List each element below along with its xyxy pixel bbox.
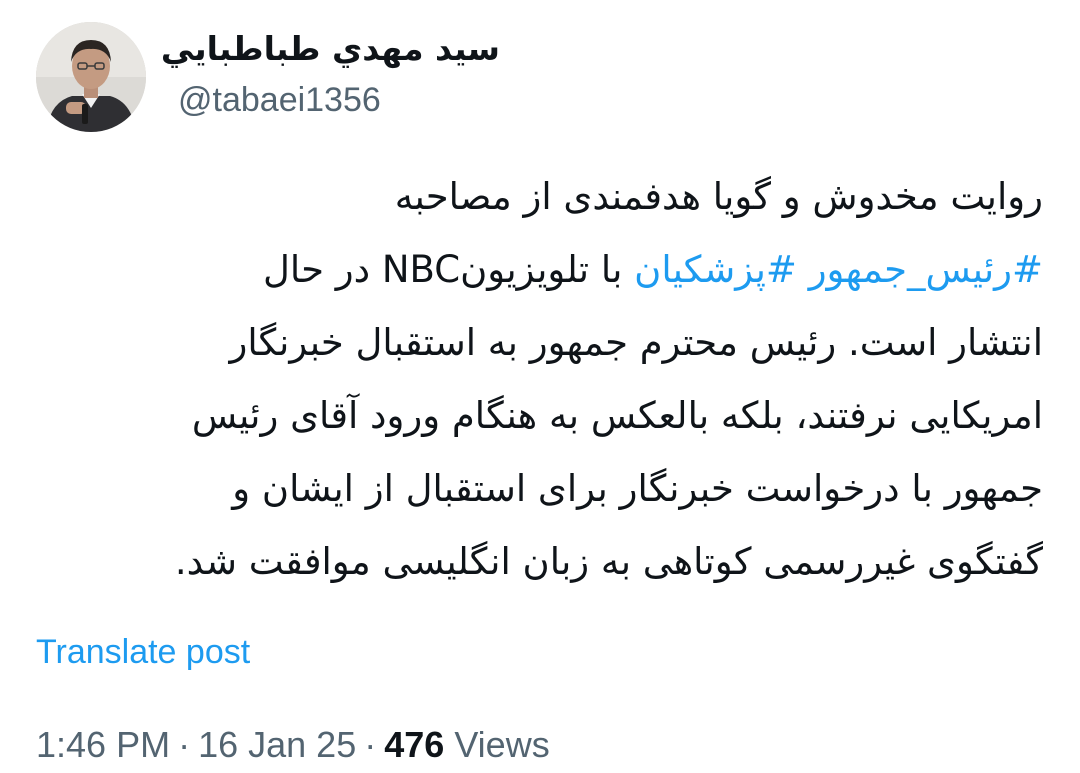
avatar[interactable] [36, 22, 146, 132]
tweet-header: سيد مهدي طباطبايي @tabaei1356 [0, 0, 1080, 150]
tweet-text-segment [797, 248, 809, 291]
tweet-text-segment: امریکایی نرفتند، بلکه بالعکس به هنگام ور… [191, 394, 1043, 437]
tweet-text-segment: گفتگوی غیررسمی کوتاهی به زبان انگلیسی مو… [174, 540, 1043, 583]
author-handle[interactable]: @tabaei1356 [178, 78, 538, 122]
tweet-text: روایت مخدوش و گویا هدفمندی از مصاحبه #رئی… [40, 160, 1043, 598]
tweet-date[interactable]: 16 Jan 25 [198, 724, 356, 765]
author-names: سيد مهدي طباطبايي @tabaei1356 [161, 26, 538, 122]
profile-photo-icon [36, 22, 146, 132]
meta-separator: · [178, 724, 191, 765]
hashtag-link[interactable]: #پزشکیان [634, 248, 797, 291]
author-display-name[interactable]: سيد مهدي طباطبايي [161, 26, 500, 72]
tweet-text-segment: جمهور با درخواست خبرنگار برای استقبال از… [232, 467, 1043, 510]
tweet-line: امریکایی نرفتند، بلکه بالعکس به هنگام ور… [40, 379, 1043, 452]
tweet-text-segment: روایت مخدوش و گویا هدفمندی از مصاحبه [394, 175, 1043, 218]
views-label: Views [454, 724, 550, 765]
meta-separator: · [364, 724, 377, 765]
tweet-line: #رئیس_جمهور #پزشکیان با تلویزیونNBC در ح… [40, 233, 1043, 306]
tweet-text-segment: انتشار است. رئیس محترم جمهور به استقبال … [229, 321, 1043, 364]
translate-post-link[interactable]: Translate post [36, 630, 250, 674]
tweet-line: روایت مخدوش و گویا هدفمندی از مصاحبه [40, 160, 1043, 233]
tweet-line: گفتگوی غیررسمی کوتاهی به زبان انگلیسی مو… [40, 525, 1043, 598]
tweet-meta: 1:46 PM · 16 Jan 25 · 476 Views [36, 722, 550, 768]
tweet-text-segment: با تلویزیونNBC در حال [262, 248, 635, 291]
tweet-time[interactable]: 1:46 PM [36, 724, 170, 765]
views-count[interactable]: 476 [384, 724, 444, 765]
tweet-line: انتشار است. رئیس محترم جمهور به استقبال … [40, 306, 1043, 379]
tweet-line: جمهور با درخواست خبرنگار برای استقبال از… [40, 452, 1043, 525]
hashtag-link[interactable]: #رئیس_جمهور [809, 248, 1043, 291]
